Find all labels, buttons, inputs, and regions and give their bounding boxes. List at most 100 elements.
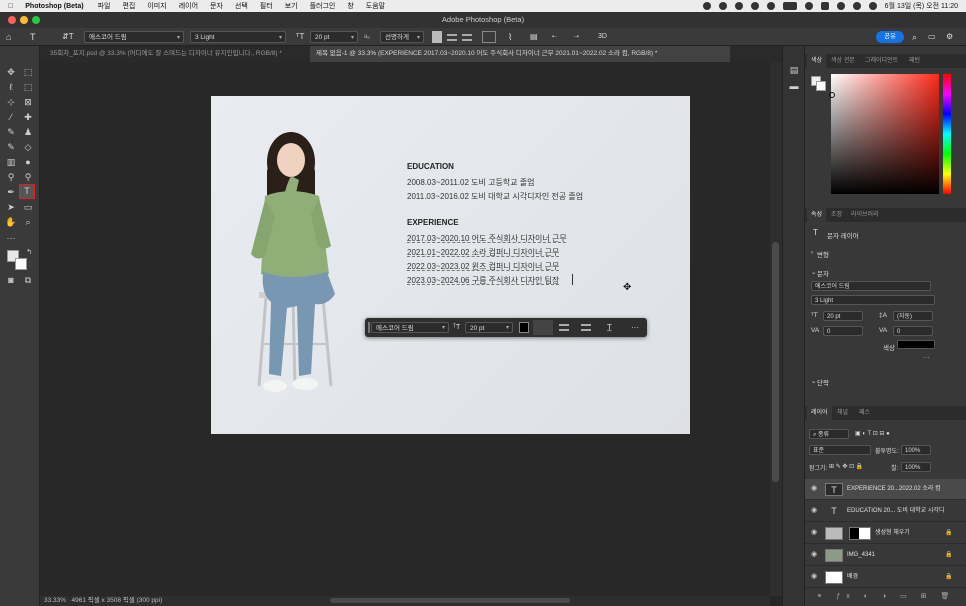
zoom-tool-icon[interactable]: ⌕ bbox=[21, 216, 35, 229]
swap-colors-icon[interactable]: ↰ bbox=[22, 246, 36, 259]
control-center-icon[interactable] bbox=[852, 2, 861, 10]
experience-line-1[interactable]: 2017.03~2020.10 어도 주식회사 디자이너 근무 bbox=[407, 233, 567, 244]
rectangle-tool-icon[interactable]: ▭ bbox=[21, 201, 35, 214]
3d-icon[interactable]: 3D bbox=[598, 31, 607, 43]
prop-leading-field[interactable]: (자동) bbox=[893, 311, 933, 321]
tab-gradients[interactable]: 그레이디언트 bbox=[861, 54, 902, 68]
prop-kerning-field[interactable]: 0 bbox=[823, 326, 863, 336]
align-center-button[interactable] bbox=[447, 34, 457, 41]
warp-text-icon[interactable]: ⌇ bbox=[508, 31, 512, 43]
menu-file[interactable]: 파일 bbox=[98, 1, 111, 11]
prop-font-family-dropdown[interactable]: 에스코어 드림 bbox=[811, 281, 931, 291]
fill-field[interactable]: 100% bbox=[901, 462, 931, 472]
color-bg-swatch[interactable] bbox=[816, 81, 826, 91]
education-line-2[interactable]: 2011.03~2016.02 도비 대학교 시각디자인 전공 졸업 bbox=[407, 191, 583, 202]
transform-section-label[interactable]: 변형 bbox=[817, 249, 829, 259]
workspace-icon[interactable]: ▭ bbox=[928, 31, 936, 43]
pen-tool-icon[interactable]: ✒ bbox=[4, 186, 18, 199]
frame-tool-icon[interactable]: ⊠ bbox=[21, 96, 35, 109]
color-picker-handle[interactable] bbox=[829, 92, 835, 98]
lasso-tool-icon[interactable]: ℓ bbox=[4, 81, 18, 94]
layer-name[interactable]: EXPERIENCE 20...2022.02 소라 컴 bbox=[847, 479, 961, 500]
healing-brush-tool-icon[interactable]: ✚ bbox=[21, 111, 35, 124]
display-icon[interactable] bbox=[750, 2, 759, 10]
visibility-eye-icon[interactable]: ◉ bbox=[811, 507, 819, 515]
tab-channels[interactable]: 채널 bbox=[833, 406, 852, 420]
search-icon[interactable] bbox=[836, 2, 845, 10]
menu-plugins[interactable]: 플러그인 bbox=[310, 1, 336, 11]
clone-stamp-tool-icon[interactable]: ♟ bbox=[21, 126, 35, 139]
close-window-button[interactable] bbox=[8, 16, 16, 24]
zoom-window-button[interactable] bbox=[32, 16, 40, 24]
comments-panel-icon[interactable]: ▬ bbox=[787, 80, 801, 93]
layer-row-experience[interactable]: ◉ T EXPERIENCE 20...2022.02 소라 컴 bbox=[805, 479, 966, 500]
ctx-more-icon[interactable]: ··· bbox=[631, 322, 639, 333]
experience-line-2[interactable]: 2021.01~2022.02 소라 컴퍼니 디자이너 근무 bbox=[407, 247, 559, 258]
experience-heading[interactable]: EXPERIENCE bbox=[407, 218, 459, 227]
layer-row-image[interactable]: ◉ IMG_4341 🔒 bbox=[805, 545, 966, 566]
experience-line-3[interactable]: 2022.03~2023.02 윈즈 컴퍼니 디자이너 근무 bbox=[407, 261, 559, 272]
tab-adjustments[interactable]: 조정 bbox=[827, 208, 846, 222]
quick-mask-icon[interactable]: ◙ bbox=[4, 274, 18, 287]
character-panel-icon[interactable]: ▤ bbox=[530, 31, 538, 43]
align-right-button[interactable] bbox=[462, 34, 472, 41]
layer-name[interactable]: IMG_4341 bbox=[847, 545, 943, 566]
ctx-font-size-dropdown[interactable]: 20 pt ▾ bbox=[465, 322, 513, 333]
menu-filter[interactable]: 필터 bbox=[260, 1, 273, 11]
tab-layers[interactable]: 레이어 bbox=[807, 406, 832, 420]
tab-properties[interactable]: 속성 bbox=[807, 208, 827, 222]
layer-name[interactable]: 생성형 채우기 bbox=[875, 523, 945, 544]
hand-tool-icon[interactable]: ✋ bbox=[4, 216, 18, 229]
paragraph-section-label[interactable]: 단락 bbox=[817, 377, 829, 387]
prop-font-size-field[interactable]: 20 pt bbox=[823, 311, 863, 321]
font-size-dropdown[interactable]: 20 pt ▾ bbox=[310, 31, 358, 43]
sponge-tool-icon[interactable]: ⚲ bbox=[21, 171, 35, 184]
tab-swatches[interactable]: 색상 견본 bbox=[827, 54, 859, 68]
menu-select[interactable]: 선택 bbox=[235, 1, 248, 11]
layer-row-generative-fill[interactable]: ◉ 생성형 채우기 🔒 bbox=[805, 523, 966, 544]
vertical-scroll-thumb[interactable] bbox=[772, 242, 779, 482]
battery-icon[interactable] bbox=[782, 2, 797, 10]
mask-thumb[interactable] bbox=[849, 527, 871, 540]
menu-clock[interactable]: 6월 13일 (목) 오전 11:20 bbox=[885, 1, 958, 11]
input-source-icon[interactable] bbox=[820, 2, 829, 10]
app-menu[interactable]: Photoshop (Beta) bbox=[25, 3, 83, 10]
lock-icons[interactable]: ⊞ ✎ ✥ ⊡ 🔒 bbox=[829, 463, 863, 470]
tab-patterns[interactable]: 패턴 bbox=[905, 54, 924, 68]
wifi-icon[interactable] bbox=[804, 2, 813, 10]
menu-window[interactable]: 창 bbox=[347, 1, 353, 11]
paragraph-chevron-icon[interactable]: ⌄ bbox=[811, 377, 816, 385]
type-tool-preset-icon[interactable]: T bbox=[30, 31, 36, 43]
hue-slider[interactable] bbox=[943, 74, 951, 194]
ctx-align-center-button[interactable] bbox=[559, 324, 569, 331]
tab-document-1[interactable]: 35회차_포지.psd @ 33.3% (어디에도 잘 스며드는 디자이너 유지… bbox=[44, 46, 306, 62]
record-icon[interactable] bbox=[702, 2, 711, 10]
more-tools-icon[interactable]: ··· bbox=[4, 232, 18, 245]
color-saturation-field[interactable] bbox=[831, 74, 939, 194]
history-panel-icon[interactable]: ▤ bbox=[787, 64, 801, 77]
text-color-swatch[interactable] bbox=[482, 31, 496, 43]
artboard-tool-icon[interactable]: ⬚ bbox=[21, 66, 35, 79]
object-select-tool-icon[interactable]: ⬚ bbox=[21, 81, 35, 94]
brush-tool-icon[interactable]: ✎ bbox=[4, 126, 18, 139]
visibility-eye-icon[interactable]: ◉ bbox=[811, 551, 819, 559]
font-style-dropdown[interactable]: 3 Light ▾ bbox=[190, 31, 286, 43]
drag-handle[interactable] bbox=[368, 322, 370, 333]
apple-icon[interactable]:  bbox=[8, 3, 13, 10]
tab-libraries[interactable]: 라이브러리 bbox=[847, 208, 883, 222]
visibility-eye-icon[interactable]: ◉ bbox=[811, 529, 819, 537]
type-tool-icon[interactable]: T bbox=[19, 184, 35, 199]
ctx-align-right-button[interactable] bbox=[581, 324, 591, 331]
tab-paths[interactable]: 패스 bbox=[855, 406, 874, 420]
layer-name[interactable]: 배경 bbox=[847, 567, 943, 588]
finder-icon[interactable] bbox=[734, 2, 743, 10]
menu-type[interactable]: 문자 bbox=[210, 1, 223, 11]
menu-help[interactable]: 도움말 bbox=[366, 1, 385, 11]
share-button[interactable]: 공유 bbox=[876, 31, 904, 43]
layers-footer-icons[interactable]: ⚭ ƒx ◐ ◑ ▭ ⊞ 🗑 bbox=[805, 592, 966, 606]
horizontal-scrollbar[interactable] bbox=[180, 596, 770, 606]
minimize-window-button[interactable] bbox=[20, 16, 28, 24]
background-color-swatch[interactable] bbox=[15, 258, 27, 270]
layer-filter-dropdown[interactable]: ⌕ 종류 bbox=[809, 429, 849, 439]
ctx-align-left-button[interactable] bbox=[533, 320, 553, 335]
